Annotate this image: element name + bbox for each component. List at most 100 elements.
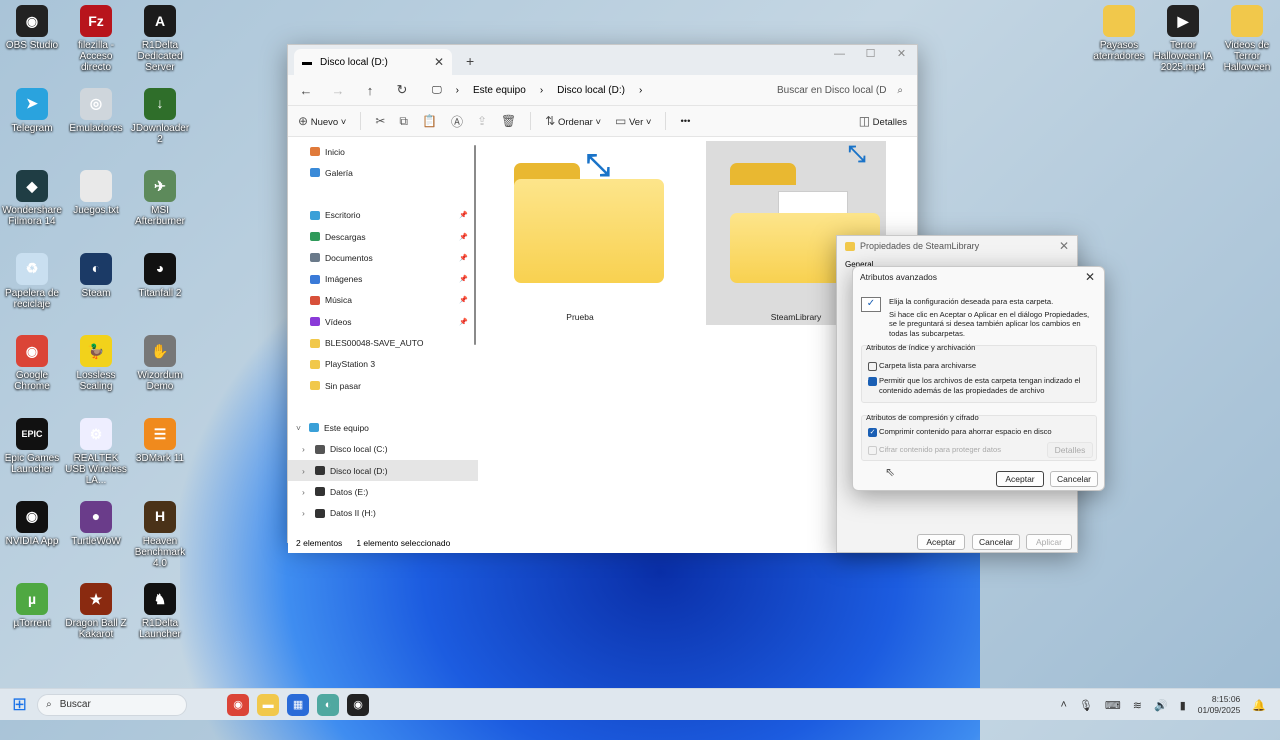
ok-button[interactable]: Aceptar xyxy=(996,471,1044,487)
desktop-icon[interactable]: ↓ JDownloader 2 xyxy=(128,87,192,145)
desktop-icon[interactable]: ♻ Papelera de reciclaje xyxy=(0,252,64,310)
sidebar-item[interactable]: Vídeos 📌 xyxy=(288,311,478,332)
sidebar-item[interactable]: PlayStation 3 xyxy=(288,354,478,375)
delete-icon[interactable]: 🗑 xyxy=(501,114,516,128)
sidebar-item[interactable]: Imágenes 📌 xyxy=(288,268,478,289)
compress-checkbox[interactable]: ✓ Comprimir contenido para ahorrar espaci… xyxy=(868,427,1052,437)
checkbox-box[interactable]: ✓ xyxy=(868,427,877,437)
desktop-icon[interactable]: EPIC Epic Games Launcher xyxy=(0,418,64,475)
notifications-bell-icon[interactable]: 🔔 xyxy=(1252,699,1266,712)
details-button[interactable]: ◫ Detalles xyxy=(859,114,907,128)
back-button[interactable]: ← xyxy=(294,83,318,98)
taskbar-search[interactable]: ⌕ Buscar xyxy=(37,693,188,716)
archive-checkbox[interactable]: Carpeta lista para archivarse xyxy=(868,361,976,371)
desktop-icon[interactable]: ⚙ REALTEK USB Wireless LA... xyxy=(64,418,128,486)
sidebar-item[interactable]: Documentos 📌 xyxy=(288,247,478,268)
details-button[interactable]: Detalles xyxy=(1047,442,1093,458)
more-button[interactable]: ••• xyxy=(680,116,690,127)
desktop-icon[interactable]: ◐ Steam xyxy=(64,252,128,299)
desktop-icon[interactable]: ✈ MSI Afterburner xyxy=(128,170,192,227)
refresh-button[interactable]: ↻ xyxy=(390,82,414,98)
new-button[interactable]: ⊕ Nuevo ˅ xyxy=(298,114,346,128)
volume-icon[interactable]: 🔊 xyxy=(1154,699,1168,712)
chrome-taskbar-icon[interactable]: ◉ xyxy=(227,693,250,716)
search-input[interactable]: Buscar en Disco local (D ⌕ xyxy=(769,78,911,102)
chevron-up-icon[interactable]: ˄ xyxy=(1060,699,1066,711)
crumb-este-equipo[interactable]: Este equipo xyxy=(473,85,526,96)
desktop-icon[interactable]: A R1Delta Dedicated Server xyxy=(128,5,192,73)
microphone-icon[interactable]: 🎙 xyxy=(1079,699,1093,712)
ok-button[interactable]: Aceptar xyxy=(917,534,965,550)
keyboard-icon[interactable]: ⌨ xyxy=(1105,699,1121,712)
up-button[interactable]: ↑ xyxy=(358,83,382,98)
sidebar-item[interactable]: Escritorio 📌 xyxy=(288,205,478,226)
checkbox-box[interactable] xyxy=(868,445,877,455)
desktop-icon[interactable]: ◆ Wondershare Filmora 14 xyxy=(0,170,64,227)
desktop-icon[interactable]: ➤ Telegram xyxy=(0,87,64,134)
index-checkbox[interactable]: ✓ Permitir que los archivos de esta carpe… xyxy=(864,376,1090,395)
scrollbar[interactable] xyxy=(474,145,476,345)
view-button[interactable]: ▭ Ver ˅ xyxy=(615,114,651,128)
desktop-icon[interactable]: ★ Dragon Ball Z Kakarot xyxy=(64,583,128,640)
encrypt-checkbox[interactable]: Cifrar contenido para proteger datos xyxy=(868,445,1001,455)
desktop-icon[interactable]: ◎ Emuladores xyxy=(64,87,128,134)
maximize-button[interactable]: ☐ xyxy=(855,45,886,63)
desktop-icon[interactable]: ● TurtleWoW xyxy=(64,500,128,547)
desktop-icon[interactable]: ◕ Titanfall 2 xyxy=(128,252,192,299)
sidebar-item[interactable]: ˅ Este equipo xyxy=(288,417,478,438)
desktop-icon[interactable]: Juegos.txt xyxy=(64,170,128,216)
cancel-button[interactable]: Cancelar xyxy=(1050,471,1098,487)
sidebar-item[interactable]: BLES00048-SAVE_AUTO xyxy=(288,332,478,353)
desktop-icon[interactable]: H Heaven Benchmark 4.0 xyxy=(128,500,192,569)
sidebar-item[interactable]: Sin pasar xyxy=(288,375,478,396)
desktop-icon[interactable]: Fz filezilla - Acceso directo xyxy=(64,5,128,73)
rename-icon[interactable]: Ⓐ xyxy=(451,113,463,130)
desktop-icon[interactable]: 🦆 Lossless Scaling xyxy=(64,335,128,392)
folder-prueba[interactable]: ⤡ Prueba xyxy=(490,141,670,325)
clock[interactable]: 8:15:06 01/09/2025 xyxy=(1198,694,1241,716)
desktop-icon[interactable]: ▶ Terror Halloween IA 2025.mp4 xyxy=(1151,5,1215,73)
minimize-button[interactable]: — xyxy=(824,45,855,63)
cancel-button[interactable]: Cancelar xyxy=(972,534,1020,550)
sort-button[interactable]: ⇅ Ordenar ˅ xyxy=(545,114,601,128)
close-button[interactable]: ✕ xyxy=(886,45,917,63)
file-explorer-taskbar-icon[interactable]: ▬ xyxy=(257,693,280,716)
close-button[interactable]: ✕ xyxy=(1085,270,1095,284)
sidebar-item[interactable]: Inicio xyxy=(288,141,478,162)
desktop-icon[interactable]: ✋ Wizordum Demo xyxy=(128,335,192,392)
start-button[interactable]: ⊞ xyxy=(12,694,27,715)
copy-icon[interactable]: ⧉ xyxy=(399,114,408,129)
close-tab-icon[interactable]: ✕ xyxy=(434,55,444,69)
sidebar-item[interactable]: › Datos (E:) xyxy=(288,481,478,502)
wifi-icon[interactable]: ≋ xyxy=(1133,699,1142,712)
battery-icon[interactable]: ▮ xyxy=(1180,699,1186,712)
sidebar-item[interactable]: Descargas 📌 xyxy=(288,226,478,247)
desktop-icon[interactable]: ◉ OBS Studio xyxy=(0,5,64,51)
desktop-icon[interactable]: ♞ R1Delta Launcher xyxy=(128,583,192,640)
cut-icon[interactable]: ✂ xyxy=(375,114,385,128)
close-button[interactable]: ✕ xyxy=(1059,239,1069,253)
sidebar-item[interactable]: › Disco local (D:) xyxy=(288,459,478,482)
share-icon[interactable]: ⇪ xyxy=(477,114,487,128)
breadcrumb[interactable]: 🖵 › Este equipo › Disco local (D:) › xyxy=(422,78,761,102)
checkbox-box[interactable]: ✓ xyxy=(864,376,877,386)
sidebar-item[interactable]: › Disco local (C:) xyxy=(288,439,478,460)
sidebar-item[interactable]: Galería xyxy=(288,162,478,183)
desktop-icon[interactable]: ◉ Google Chrome xyxy=(0,335,64,392)
edge-taskbar-icon[interactable]: ◐ xyxy=(317,693,340,716)
obs-taskbar-icon[interactable]: ◉ xyxy=(347,693,370,716)
sidebar-item[interactable]: Música 📌 xyxy=(288,290,478,311)
new-tab-button[interactable]: + xyxy=(452,53,474,75)
crumb-disco-d[interactable]: Disco local (D:) xyxy=(557,85,625,96)
desktop-icon[interactable]: ☰ 3DMark 11 xyxy=(128,418,192,464)
desktop-icon[interactable]: µ µTorrent xyxy=(0,583,64,629)
apply-button[interactable]: Aplicar xyxy=(1026,534,1072,550)
checkbox-box[interactable] xyxy=(868,361,877,371)
sidebar-item[interactable]: › Datos II (H:) xyxy=(288,502,478,523)
desktop-icon[interactable]: Payasos aterradores xyxy=(1087,5,1151,62)
desktop-icon[interactable]: Videos de Terror Halloween xyxy=(1215,5,1279,73)
desktop-icon[interactable]: ◉ NVIDIA App xyxy=(0,500,64,547)
store-taskbar-icon[interactable]: ▦ xyxy=(287,693,310,716)
paste-icon[interactable]: 📋 xyxy=(422,114,437,128)
forward-button[interactable]: → xyxy=(326,83,350,98)
